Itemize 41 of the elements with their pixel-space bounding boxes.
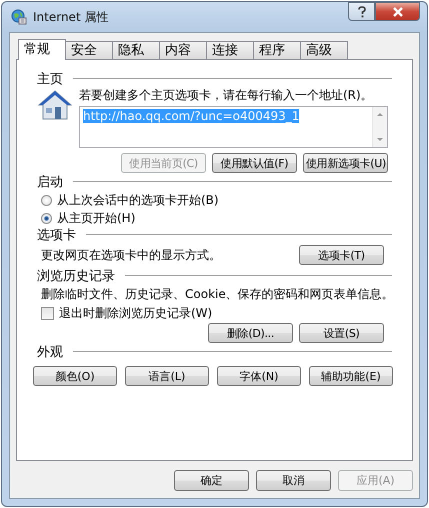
button[interactable]: 删除(D)...	[208, 323, 293, 343]
tab[interactable]: 连接	[206, 41, 254, 59]
section-heading: 启动	[37, 174, 63, 190]
scroll-arrows-icon	[376, 110, 384, 144]
globe-icon	[11, 9, 27, 25]
button[interactable]: 字体(N)	[217, 366, 301, 386]
button[interactable]: 选项卡(T)	[299, 245, 384, 265]
section-heading: 选项卡	[37, 226, 76, 244]
button[interactable]: 使用新选项卡(U)	[303, 153, 388, 173]
button[interactable]: 辅助功能(E)	[309, 366, 393, 386]
button[interactable]: 设置(S)	[299, 323, 384, 343]
button[interactable]: 语言(L)	[125, 366, 209, 386]
help-icon	[356, 6, 366, 18]
tab[interactable]: 程序	[253, 41, 301, 59]
help-button[interactable]	[348, 2, 375, 21]
tab[interactable]: 隐私	[112, 41, 160, 59]
option-label: 从主页开始(H)	[57, 210, 136, 227]
tab[interactable]: 高级	[300, 41, 348, 59]
section-heading: 浏览历史记录	[37, 268, 115, 284]
tab[interactable]: 安全	[65, 41, 113, 59]
button[interactable]: 颜色(O)	[33, 366, 117, 386]
scrollbar[interactable]	[372, 107, 387, 147]
close-button[interactable]	[375, 2, 420, 21]
option-label: 从上次会话中的选项卡开始(B)	[57, 192, 219, 209]
button[interactable]: 取消	[256, 470, 331, 491]
window-title: Internet 属性	[33, 8, 108, 26]
radio-button[interactable]	[41, 195, 52, 206]
checkbox-label: 退出时删除浏览历史记录(W)	[59, 305, 212, 322]
description-text: 删除临时文件、历史记录、Cookie、保存的密码和网页表单信息。	[41, 286, 395, 303]
description-text: 更改网页在选项卡中的显示方式。	[41, 246, 221, 264]
tab[interactable]: 常规	[18, 39, 66, 60]
tab[interactable]: 内容	[159, 41, 207, 59]
section-heading: 主页	[37, 70, 63, 88]
instruction-text: 若要创建多个主页选项卡，请在每行输入一个地址(R)。	[79, 87, 374, 104]
house-icon	[37, 89, 73, 121]
radio-button[interactable]	[41, 213, 52, 224]
section-heading: 外观	[37, 344, 63, 360]
button[interactable]: 使用默认值(F)	[212, 153, 297, 173]
button[interactable]: 确定	[174, 470, 249, 491]
checkbox[interactable]	[41, 307, 54, 320]
close-icon	[392, 6, 404, 16]
